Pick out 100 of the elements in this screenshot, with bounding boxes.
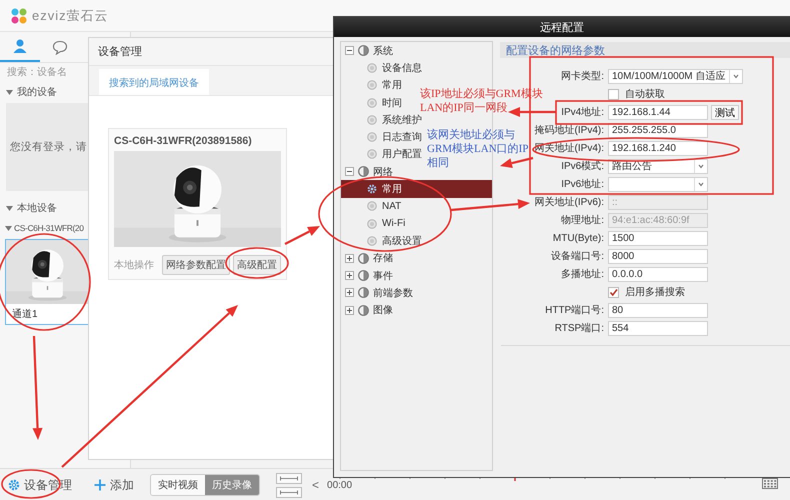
arrow xyxy=(284,226,320,245)
field-label: 物理地址: xyxy=(561,214,604,227)
collapse-icon[interactable] xyxy=(345,167,354,176)
section-title: 我的设备 xyxy=(17,86,57,99)
tree-item[interactable]: Wi-Fi xyxy=(341,214,408,232)
dropdown[interactable]: 路由公告 xyxy=(608,158,708,174)
checkbox-label[interactable]: 自动获取 xyxy=(608,87,665,101)
tree-group[interactable]: 图像 xyxy=(341,301,396,319)
expand-icon[interactable] xyxy=(345,271,354,280)
tree-group[interactable]: 事件 xyxy=(341,266,396,284)
config-button[interactable]: 高级配置 xyxy=(233,255,281,275)
plus-icon xyxy=(94,479,106,491)
app-logo: ezviz萤石云 xyxy=(32,6,109,24)
field-label: 网关地址(IPv6): xyxy=(534,196,604,209)
tree-group[interactable]: 前端参数 xyxy=(341,284,416,302)
dropdown[interactable]: 10M/100M/1000M 自适应 xyxy=(608,68,744,84)
tree-item[interactable]: NAT xyxy=(341,198,404,215)
globe-icon xyxy=(358,252,369,264)
field-label: 网卡类型: xyxy=(561,70,604,83)
globe-icon xyxy=(358,166,369,178)
add-button[interactable]: 添加 xyxy=(90,476,138,494)
gear-icon xyxy=(8,479,20,491)
globe-icon xyxy=(358,45,369,56)
bullet-icon xyxy=(367,98,377,108)
tree-group[interactable]: 存储 xyxy=(341,250,396,267)
bullet-icon xyxy=(367,132,377,142)
checkbox-label[interactable]: 启用多播搜索 xyxy=(608,285,685,299)
expand-arrow-icon[interactable] xyxy=(5,226,12,230)
arrow xyxy=(500,156,534,168)
globe-icon xyxy=(358,287,369,298)
tree-item[interactable]: 日志查询 xyxy=(341,128,425,146)
input-field[interactable]: 554 xyxy=(608,320,708,336)
bullet-icon xyxy=(367,114,377,125)
bullet-icon xyxy=(367,236,377,246)
annotation-text: 相同 xyxy=(427,156,449,170)
highlight-ellipse xyxy=(225,247,289,279)
person-icon xyxy=(12,38,28,54)
field-label: 多播地址: xyxy=(561,268,604,281)
bullet-icon xyxy=(367,201,377,212)
bullet-icon xyxy=(367,149,377,160)
tree-group[interactable]: 系统 xyxy=(341,42,396,60)
width-arrow-icon xyxy=(280,476,298,480)
highlight-ellipse xyxy=(1,469,61,499)
globe-icon xyxy=(358,304,369,316)
tree-item[interactable]: 时间 xyxy=(341,94,405,112)
config-button[interactable]: 网络参数配置 xyxy=(162,255,230,275)
input-field[interactable]: 80 xyxy=(608,302,708,318)
zoom-button[interactable] xyxy=(276,486,302,498)
field-label: HTTP端口号: xyxy=(545,304,604,317)
bullet-icon xyxy=(367,62,377,73)
tree-item[interactable]: 设备信息 xyxy=(341,59,425,77)
bullet-icon xyxy=(367,218,377,229)
checkbox[interactable] xyxy=(608,286,619,298)
timeline-time: 00:00 xyxy=(327,480,352,490)
device-title: CS-C6H-31WFR(203891586) xyxy=(114,135,253,147)
expand-icon[interactable] xyxy=(345,288,354,298)
expand-icon[interactable] xyxy=(345,254,354,263)
previous-button[interactable]: < xyxy=(312,478,320,492)
tree-item[interactable]: 常用 xyxy=(341,76,405,94)
test-button[interactable]: 测试 xyxy=(711,104,739,120)
login-message: 您没有登录，请 xyxy=(10,140,87,154)
input-field[interactable]: 8000 xyxy=(608,248,708,264)
field-label: 设备端口号: xyxy=(551,250,604,263)
annotation-text: GRM模块LAN口的IP xyxy=(427,142,528,156)
annotation-text: 该网关地址必须与 xyxy=(427,128,515,142)
field-label: RTSP端口: xyxy=(554,322,604,335)
tree-item[interactable]: 常用 xyxy=(341,180,492,198)
ops-label: 本地操作 xyxy=(114,258,154,272)
field-label: IPv6地址: xyxy=(561,178,604,191)
input-field[interactable]: 0.0.0.0 xyxy=(608,266,708,282)
width-arrow-icon xyxy=(280,490,298,494)
section-title: 本地设备 xyxy=(17,202,57,215)
input-field[interactable]: 192.168.1.240 xyxy=(608,140,708,156)
field-label: 掩码地址(IPv4): xyxy=(534,124,604,137)
tree-item[interactable]: 用户配置 xyxy=(341,146,425,164)
bullet-icon xyxy=(367,80,377,90)
chat-icon xyxy=(52,40,68,54)
tree-group[interactable]: 网络 xyxy=(341,163,396,180)
collapse-icon[interactable] xyxy=(345,46,354,56)
globe-icon xyxy=(358,270,369,281)
field-label: IPv6模式: xyxy=(561,160,604,173)
search-field[interactable]: 搜索：设备名 xyxy=(0,63,80,81)
field-label: MTU(Byte): xyxy=(552,232,604,244)
channel-label: 通道1 xyxy=(11,308,39,322)
input-field[interactable]: 192.168.1.44 xyxy=(608,104,708,120)
window-title: 设备管理 xyxy=(98,45,142,59)
expand-icon[interactable] xyxy=(345,306,354,315)
expand-arrow-icon[interactable] xyxy=(6,90,13,94)
tree-item[interactable]: 高级设置 xyxy=(341,232,425,250)
mode-tab[interactable]: 实时视频 xyxy=(151,475,205,495)
expand-arrow-icon[interactable] xyxy=(6,206,13,210)
checkbox[interactable] xyxy=(608,88,619,100)
device-name[interactable]: CS-C6H-31WFR(20 xyxy=(14,223,84,233)
window-title: 远程配置 xyxy=(540,20,584,34)
arrow xyxy=(508,107,556,117)
zoom-button[interactable] xyxy=(276,472,302,484)
logo-icon xyxy=(10,8,28,24)
input-field[interactable]: 1500 xyxy=(608,230,708,246)
gear-icon xyxy=(367,184,377,194)
field-label: IPv4地址: xyxy=(561,106,604,119)
